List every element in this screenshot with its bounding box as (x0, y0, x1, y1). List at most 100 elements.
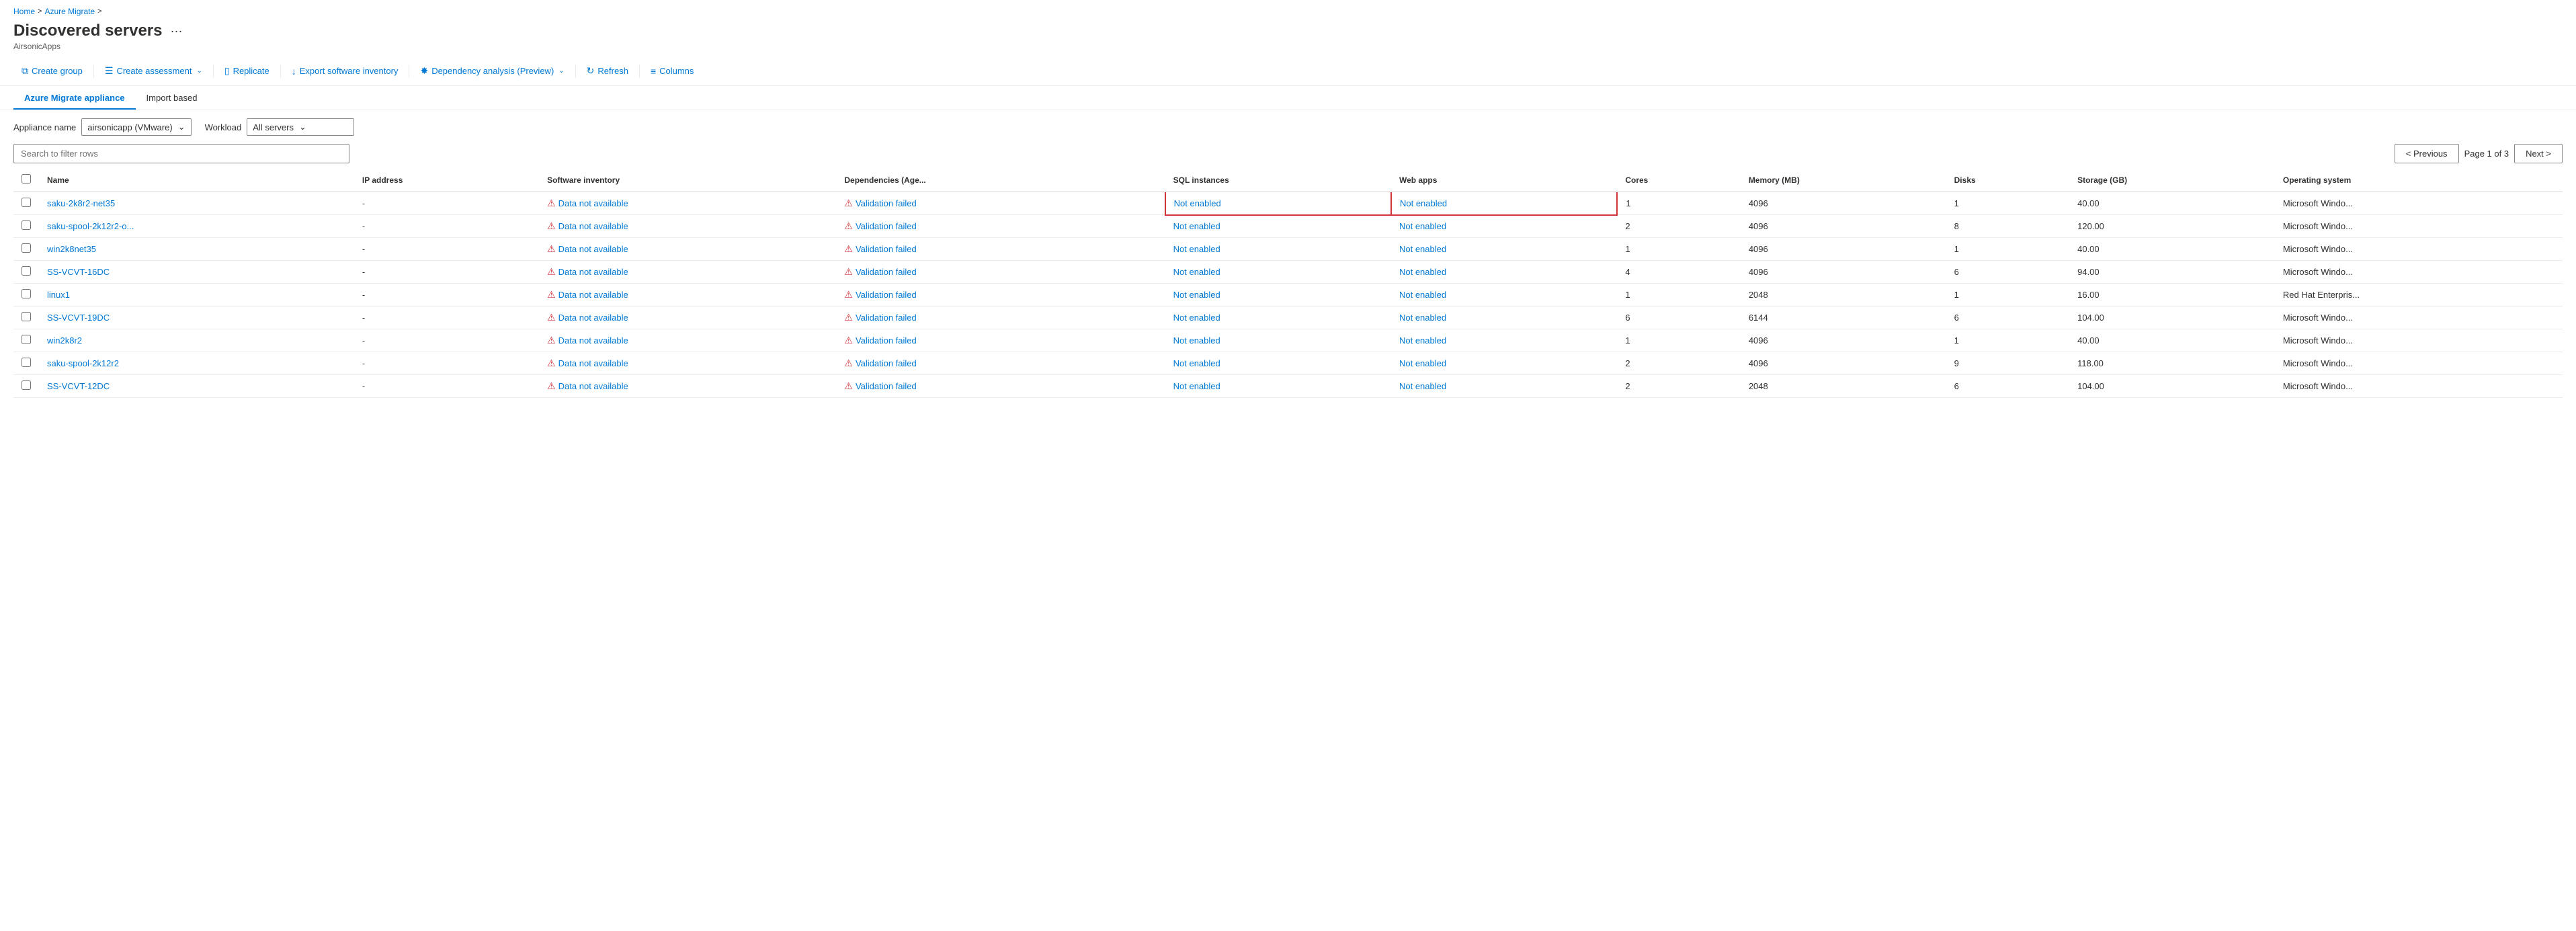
server-name-link[interactable]: saku-spool-2k12r2-o... (47, 221, 134, 231)
webapps-status[interactable]: Not enabled (1399, 313, 1446, 323)
header-memory[interactable]: Memory (MB) (1741, 169, 1946, 192)
header-software[interactable]: Software inventory (539, 169, 836, 192)
cell-storage: 120.00 (2069, 215, 2275, 238)
search-bar: < Previous Page 1 of 3 Next > (0, 144, 2576, 169)
next-button[interactable]: Next > (2514, 144, 2563, 163)
dep-status[interactable]: ⚠Validation failed (844, 358, 1157, 369)
cell-os: Microsoft Windo... (2275, 215, 2563, 238)
refresh-icon: ↻ (587, 65, 595, 77)
export-software-button[interactable]: ↓ Export software inventory (284, 63, 407, 80)
server-name-link[interactable]: SS-VCVT-19DC (47, 313, 110, 323)
select-all-checkbox[interactable] (22, 174, 31, 184)
header-storage[interactable]: Storage (GB) (2069, 169, 2275, 192)
row-checkbox[interactable] (22, 198, 31, 207)
dependency-analysis-button[interactable]: ✸ Dependency analysis (Preview) ⌄ (412, 62, 572, 80)
dep-status[interactable]: ⚠Validation failed (844, 243, 1157, 255)
toolbar: ⧉ Create group ☰ Create assessment ⌄ ▯ R… (0, 56, 2576, 86)
sql-status[interactable]: Not enabled (1173, 313, 1220, 323)
breadcrumb-azure-migrate[interactable]: Azure Migrate (44, 7, 95, 16)
sql-status[interactable]: Not enabled (1173, 290, 1220, 300)
cell-software: ⚠Data not available (539, 307, 836, 329)
sql-status[interactable]: Not enabled (1173, 221, 1220, 231)
create-assessment-button[interactable]: ☰ Create assessment ⌄ (97, 62, 210, 80)
columns-button[interactable]: ≡ Columns (642, 63, 702, 80)
dep-status[interactable]: ⚠Validation failed (844, 335, 1157, 346)
software-status[interactable]: ⚠Data not available (547, 312, 828, 323)
webapps-status[interactable]: Not enabled (1399, 381, 1446, 391)
create-group-button[interactable]: ⧉ Create group (13, 62, 91, 80)
dep-status[interactable]: ⚠Validation failed (844, 312, 1157, 323)
dep-status[interactable]: ⚠Validation failed (844, 289, 1157, 300)
appliance-select[interactable]: airsonicapp (VMware) ⌄ (81, 118, 191, 136)
webapps-status[interactable]: Not enabled (1399, 221, 1446, 231)
server-name-link[interactable]: saku-2k8r2-net35 (47, 198, 115, 208)
software-status[interactable]: ⚠Data not available (547, 380, 828, 392)
search-input[interactable] (13, 144, 349, 163)
data-table: Name IP address Software inventory Depen… (13, 169, 2563, 398)
software-status[interactable]: ⚠Data not available (547, 220, 828, 232)
row-checkbox[interactable] (22, 243, 31, 253)
server-name-link[interactable]: linux1 (47, 290, 70, 300)
header-ip[interactable]: IP address (354, 169, 539, 192)
server-name-link[interactable]: win2k8net35 (47, 244, 96, 254)
webapps-status[interactable]: Not enabled (1399, 358, 1446, 368)
server-name-link[interactable]: SS-VCVT-16DC (47, 267, 110, 277)
row-checkbox[interactable] (22, 335, 31, 344)
sql-status[interactable]: Not enabled (1173, 358, 1220, 368)
server-name-link[interactable]: win2k8r2 (47, 335, 82, 346)
webapps-status[interactable]: Not enabled (1399, 335, 1446, 346)
cell-ip: - (354, 307, 539, 329)
data-table-wrapper: Name IP address Software inventory Depen… (0, 169, 2576, 398)
software-status[interactable]: ⚠Data not available (547, 243, 828, 255)
cell-os: Red Hat Enterpris... (2275, 284, 2563, 307)
webapps-status[interactable]: Not enabled (1399, 244, 1446, 254)
header-webapps[interactable]: Web apps (1391, 169, 1617, 192)
breadcrumb-home[interactable]: Home (13, 7, 35, 16)
cell-sql: Not enabled (1165, 238, 1391, 261)
server-name-link[interactable]: SS-VCVT-12DC (47, 381, 110, 391)
header-sql[interactable]: SQL instances (1165, 169, 1391, 192)
replicate-button[interactable]: ▯ Replicate (216, 62, 278, 80)
cell-memory: 2048 (1741, 375, 1946, 398)
dependency-dropdown-arrow: ⌄ (558, 67, 564, 75)
header-disks[interactable]: Disks (1946, 169, 2069, 192)
software-status[interactable]: ⚠Data not available (547, 289, 828, 300)
webapps-status[interactable]: Not enabled (1400, 198, 1447, 208)
tab-azure-migrate-appliance[interactable]: Azure Migrate appliance (13, 86, 136, 110)
header-os[interactable]: Operating system (2275, 169, 2563, 192)
software-status[interactable]: ⚠Data not available (547, 266, 828, 278)
cell-os: Microsoft Windo... (2275, 375, 2563, 398)
software-status[interactable]: ⚠Data not available (547, 335, 828, 346)
row-checkbox[interactable] (22, 220, 31, 230)
cell-memory: 4096 (1741, 329, 1946, 352)
software-status[interactable]: ⚠Data not available (547, 198, 828, 209)
server-name-link[interactable]: saku-spool-2k12r2 (47, 358, 119, 368)
export-icon: ↓ (292, 66, 296, 77)
webapps-status[interactable]: Not enabled (1399, 267, 1446, 277)
row-checkbox[interactable] (22, 312, 31, 321)
sql-status[interactable]: Not enabled (1173, 244, 1220, 254)
more-options-button[interactable]: ··· (167, 24, 185, 38)
webapps-status[interactable]: Not enabled (1399, 290, 1446, 300)
dep-status[interactable]: ⚠Validation failed (844, 220, 1157, 232)
header-dependencies[interactable]: Dependencies (Age... (836, 169, 1165, 192)
dep-status[interactable]: ⚠Validation failed (844, 198, 1156, 209)
header-name[interactable]: Name (39, 169, 354, 192)
refresh-button[interactable]: ↻ Refresh (579, 62, 636, 80)
row-checkbox[interactable] (22, 380, 31, 390)
sql-status[interactable]: Not enabled (1173, 267, 1220, 277)
row-checkbox[interactable] (22, 358, 31, 367)
sql-status[interactable]: Not enabled (1174, 198, 1221, 208)
row-checkbox[interactable] (22, 266, 31, 276)
dep-status[interactable]: ⚠Validation failed (844, 266, 1157, 278)
dep-status[interactable]: ⚠Validation failed (844, 380, 1157, 392)
previous-button[interactable]: < Previous (2395, 144, 2459, 163)
software-status[interactable]: ⚠Data not available (547, 358, 828, 369)
workload-select[interactable]: All servers ⌄ (247, 118, 354, 136)
sql-status[interactable]: Not enabled (1173, 335, 1220, 346)
header-cores[interactable]: Cores (1617, 169, 1740, 192)
table-row: saku-2k8r2-net35-⚠Data not available⚠Val… (13, 192, 2563, 215)
sql-status[interactable]: Not enabled (1173, 381, 1220, 391)
tab-import-based[interactable]: Import based (136, 86, 208, 110)
row-checkbox[interactable] (22, 289, 31, 298)
